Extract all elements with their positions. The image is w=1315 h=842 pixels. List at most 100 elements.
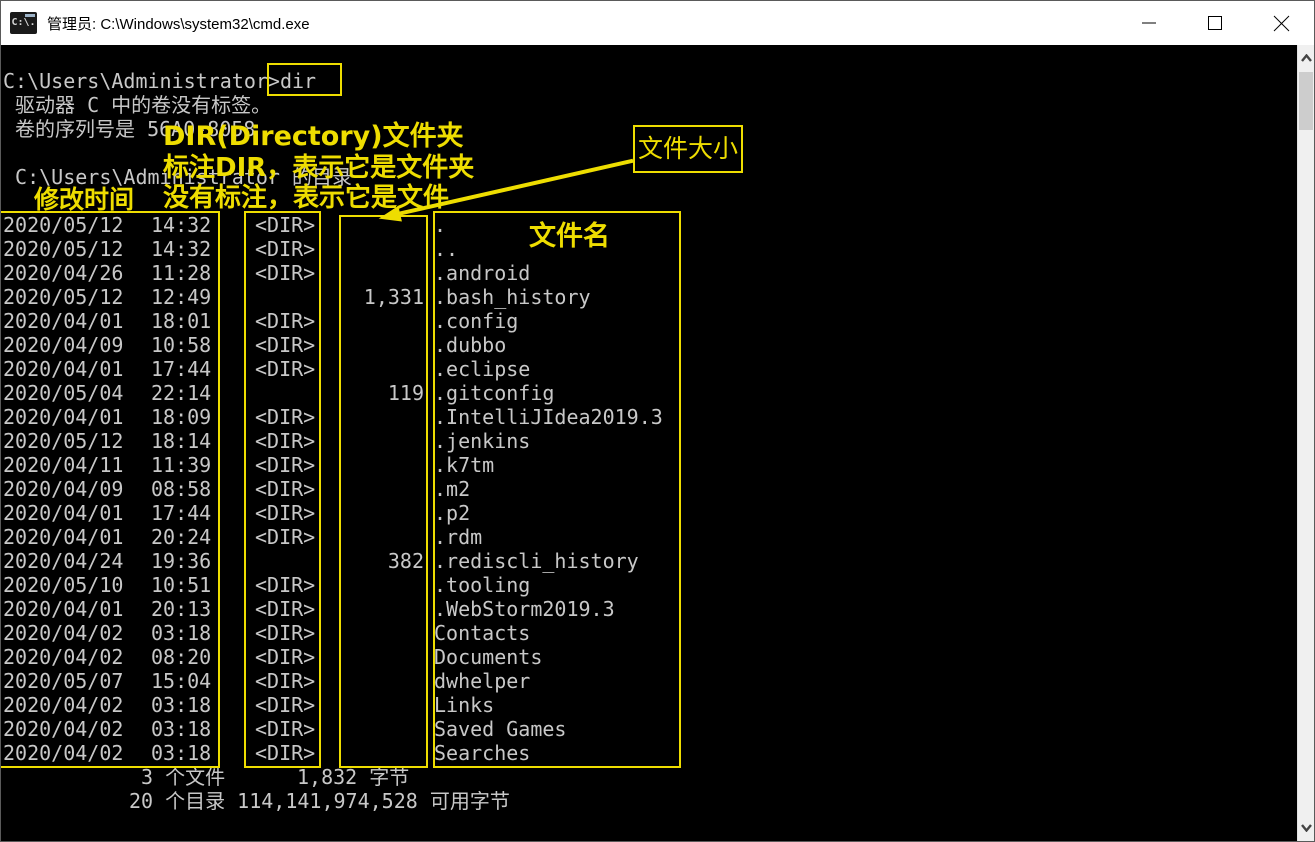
file-size-value: [329, 741, 424, 765]
file-modified-time: 03:18: [149, 693, 253, 717]
dir-marker: <DIR>: [253, 477, 329, 501]
file-size-value: [329, 645, 424, 669]
dir-marker: [253, 381, 329, 405]
table-row: 2020/04/02 03:18 <DIR> Contacts: [1, 621, 1297, 645]
table-row: 2020/05/04 22:14 119 .gitconfig: [1, 381, 1297, 405]
file-name-value: .android: [424, 261, 1297, 285]
file-name-value: Documents: [424, 645, 1297, 669]
file-modified-time: 18:09: [149, 405, 253, 429]
dir-marker: <DIR>: [253, 573, 329, 597]
file-modified-date: 2020/04/02: [1, 621, 149, 645]
table-row: 2020/04/01 17:44 <DIR> .eclipse: [1, 357, 1297, 381]
dir-marker: <DIR>: [253, 405, 329, 429]
table-row: 2020/04/01 20:13 <DIR> .WebStorm2019.3: [1, 597, 1297, 621]
file-size-value: [329, 213, 424, 237]
file-name-value: .eclipse: [424, 357, 1297, 381]
dir-marker: <DIR>: [253, 261, 329, 285]
file-size-value: [329, 453, 424, 477]
window-controls: [1116, 1, 1314, 45]
files-count: 3 个文件: [141, 765, 225, 789]
table-row: 2020/04/02 08:20 <DIR> Documents: [1, 645, 1297, 669]
file-modified-date: 2020/04/02: [1, 741, 149, 765]
file-modified-date: 2020/04/24: [1, 549, 149, 573]
file-name-value: .config: [424, 309, 1297, 333]
scroll-up-icon[interactable]: [1298, 47, 1315, 69]
file-name-value: .IntelliJIdea2019.3: [424, 405, 1297, 429]
dir-marker: [253, 549, 329, 573]
dir-marker: <DIR>: [253, 741, 329, 765]
file-modified-time: 14:32: [149, 213, 253, 237]
file-modified-date: 2020/04/01: [1, 357, 149, 381]
file-name-value: Searches: [424, 741, 1297, 765]
file-size-value: [329, 309, 424, 333]
file-modified-time: 11:28: [149, 261, 253, 285]
file-name-value: .dubbo: [424, 333, 1297, 357]
dir-marker: [253, 285, 329, 309]
cmd-app-icon: C:\.: [10, 12, 37, 34]
table-row: 2020/04/01 18:01 <DIR> .config: [1, 309, 1297, 333]
file-modified-time: 03:18: [149, 717, 253, 741]
file-size-value: [329, 477, 424, 501]
file-size-value: [329, 237, 424, 261]
table-row: 2020/04/11 11:39 <DIR> .k7tm: [1, 453, 1297, 477]
file-name-value: .bash_history: [424, 285, 1297, 309]
file-size-value: [329, 621, 424, 645]
table-row: 2020/04/24 19:36 382 .rediscli_history: [1, 549, 1297, 573]
file-name-value: ..: [424, 237, 1297, 261]
file-name-value: .WebStorm2019.3: [424, 597, 1297, 621]
scroll-down-icon[interactable]: [1298, 817, 1315, 839]
file-modified-date: 2020/04/02: [1, 717, 149, 741]
directory-header-line: C:\Users\Administrator 的目录: [1, 165, 1297, 189]
file-modified-time: 03:18: [149, 741, 253, 765]
file-modified-time: 14:32: [149, 237, 253, 261]
file-modified-time: 11:39: [149, 453, 253, 477]
file-name-value: .p2: [424, 501, 1297, 525]
file-name-value: dwhelper: [424, 669, 1297, 693]
table-row: 2020/04/02 03:18 <DIR> Searches: [1, 741, 1297, 765]
file-modified-date: 2020/04/01: [1, 525, 149, 549]
file-modified-time: 19:36: [149, 549, 253, 573]
file-modified-date: 2020/04/01: [1, 501, 149, 525]
table-row: 2020/05/12 18:14 <DIR> .jenkins: [1, 429, 1297, 453]
file-modified-date: 2020/05/12: [1, 285, 149, 309]
table-row: 2020/05/10 10:51 <DIR> .tooling: [1, 573, 1297, 597]
table-row: 2020/04/01 17:44 <DIR> .p2: [1, 501, 1297, 525]
file-name-value: .gitconfig: [424, 381, 1297, 405]
vertical-scrollbar[interactable]: [1297, 45, 1314, 841]
file-name-value: .jenkins: [424, 429, 1297, 453]
file-size-value: [329, 693, 424, 717]
file-modified-date: 2020/05/04: [1, 381, 149, 405]
file-size-value: [329, 669, 424, 693]
dir-marker: <DIR>: [253, 453, 329, 477]
file-name-value: .m2: [424, 477, 1297, 501]
file-listing: 2020/05/12 14:32 <DIR> . 2020/05/12 14:3…: [1, 213, 1297, 765]
file-modified-date: 2020/04/01: [1, 405, 149, 429]
file-modified-time: 18:01: [149, 309, 253, 333]
cmd-window: C:\. 管理员: C:\Windows\system32\cmd.exe: [0, 0, 1315, 842]
volume-label-line: 驱动器 C 中的卷没有标签。: [1, 93, 1297, 117]
file-size-value: [329, 525, 424, 549]
file-name-value: .: [424, 213, 1297, 237]
prompt-line: C:\Users\Administrator>dir: [1, 69, 1297, 93]
file-modified-date: 2020/05/12: [1, 429, 149, 453]
minimize-button[interactable]: [1116, 1, 1182, 45]
dir-marker: <DIR>: [253, 621, 329, 645]
table-row: 2020/04/26 11:28 <DIR> .android: [1, 261, 1297, 285]
table-row: 2020/04/09 10:58 <DIR> .dubbo: [1, 333, 1297, 357]
file-modified-time: 10:58: [149, 333, 253, 357]
file-modified-date: 2020/04/01: [1, 309, 149, 333]
files-bytes: 1,832 字节: [297, 765, 409, 789]
close-button[interactable]: [1248, 1, 1314, 45]
file-name-value: .rdm: [424, 525, 1297, 549]
file-modified-time: 18:14: [149, 429, 253, 453]
file-modified-time: 12:49: [149, 285, 253, 309]
scrollbar-thumb[interactable]: [1299, 72, 1313, 130]
maximize-icon: [1207, 15, 1223, 31]
file-name-value: .rediscli_history: [424, 549, 1297, 573]
dir-marker: <DIR>: [253, 501, 329, 525]
maximize-button[interactable]: [1182, 1, 1248, 45]
table-row: 2020/04/01 20:24 <DIR> .rdm: [1, 525, 1297, 549]
dir-marker: <DIR>: [253, 213, 329, 237]
dir-marker: <DIR>: [253, 597, 329, 621]
dir-marker: <DIR>: [253, 237, 329, 261]
